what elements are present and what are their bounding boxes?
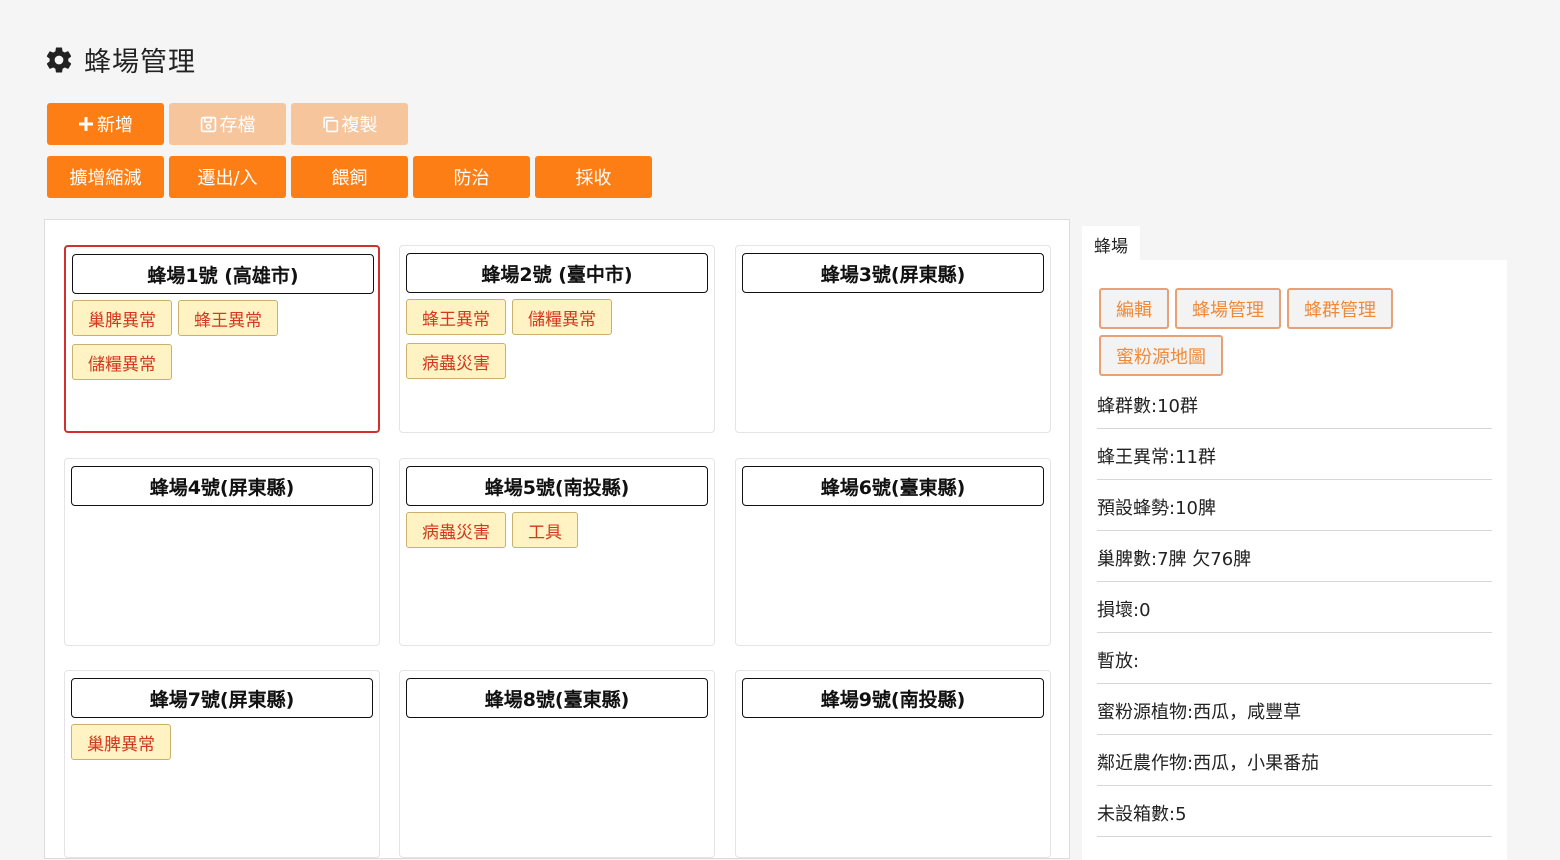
apiary-card-title[interactable]: 蜂場1號 (高雄市) [72, 254, 374, 294]
save-button-label: 存檔 [219, 115, 256, 136]
apiary-card[interactable]: 蜂場8號(臺東縣) [399, 670, 715, 858]
copy-button-label: 複製 [341, 115, 378, 136]
apiary-card[interactable]: 蜂場4號(屏東縣) [64, 458, 380, 646]
colony-manage-button[interactable]: 蜂群管理 [1287, 288, 1393, 329]
prevention-button[interactable]: 防治 [413, 156, 530, 198]
copy-button[interactable]: 複製 [291, 103, 408, 145]
apiary-card[interactable]: 蜂場5號(南投縣) 病蟲災害 工具 [399, 458, 715, 646]
apiary-card-title[interactable]: 蜂場9號(南投縣) [742, 678, 1044, 718]
nectar-map-button[interactable]: 蜜粉源地圖 [1099, 335, 1223, 376]
apiary-grid-panel: 蜂場1號 (高雄市) 巢脾異常 蜂王異常 儲糧異常 蜂場2號 (臺中市) 蜂王異常 儲糧異常… [44, 219, 1070, 859]
apiary-info-list: 蜂群數:10群 蜂王異常:11群 預設蜂勢:10脾 巢脾數:7脾 欠76脾 損壞:0 暫放… [1097, 379, 1492, 838]
alert-tag[interactable]: 儲糧異常 [72, 344, 172, 380]
alert-tag[interactable]: 病蟲災害 [406, 343, 506, 379]
apiary-card-tags: 巢脾異常 蜂王異常 儲糧異常 [72, 300, 372, 380]
alert-tag[interactable]: 工具 [512, 512, 578, 548]
apiary-card-title[interactable]: 蜂場8號(臺東縣) [406, 678, 708, 718]
alert-tag[interactable]: 病蟲災害 [406, 512, 506, 548]
info-row: 損壞:0 [1097, 583, 1492, 633]
apiary-card-title[interactable]: 蜂場6號(臺東縣) [742, 466, 1044, 506]
edit-button[interactable]: 編輯 [1099, 288, 1169, 329]
info-row: 預設蜂勢:10脾 [1097, 481, 1492, 531]
apiary-card-title[interactable]: 蜂場2號 (臺中市) [406, 253, 708, 293]
info-row: 蜜粉源植物:西瓜，咸豐草 [1097, 685, 1492, 735]
primary-toolbar: 新增 存檔 複製 [47, 103, 408, 145]
apiary-card[interactable]: 蜂場1號 (高雄市) 巢脾異常 蜂王異常 儲糧異常 [64, 245, 380, 433]
info-row: 蜂群數:10群 [1097, 379, 1492, 429]
add-button-label: 新增 [97, 115, 133, 136]
add-button[interactable]: 新增 [47, 103, 164, 145]
apiary-card[interactable]: 蜂場9號(南投縣) [735, 670, 1051, 858]
move-in-out-button[interactable]: 遷出/入 [169, 156, 286, 198]
apiary-manage-button[interactable]: 蜂場管理 [1175, 288, 1281, 329]
detail-actions: 編輯 蜂場管理 蜂群管理蜜粉源地圖 [1099, 288, 1499, 376]
harvest-button[interactable]: 採收 [535, 156, 652, 198]
alert-tag[interactable]: 蜂王異常 [178, 300, 278, 336]
info-row: 蜂王異常:11群 [1097, 430, 1492, 480]
apiary-card[interactable]: 蜂場3號(屏東縣) [735, 245, 1051, 433]
plus-icon [78, 116, 94, 132]
apiary-card-tags: 巢脾異常 [71, 724, 371, 760]
tab-apiary[interactable]: 蜂場 [1082, 226, 1140, 262]
save-icon [200, 116, 217, 133]
feed-button[interactable]: 餵飼 [291, 156, 408, 198]
apiary-detail-panel: 編輯 蜂場管理 蜂群管理蜜粉源地圖 蜂群數:10群 蜂王異常:11群 預設蜂勢:10脾巢… [1082, 260, 1507, 860]
apiary-card-title[interactable]: 蜂場5號(南投縣) [406, 466, 708, 506]
apiary-card[interactable]: 蜂場7號(屏東縣) 巢脾異常 [64, 670, 380, 858]
gear-icon [46, 47, 72, 73]
alert-tag[interactable]: 巢脾異常 [71, 724, 171, 760]
apiary-card-tags: 病蟲災害 工具 [406, 512, 706, 548]
alert-tag[interactable]: 儲糧異常 [512, 299, 612, 335]
apiary-card[interactable]: 蜂場6號(臺東縣) [735, 458, 1051, 646]
alert-tag[interactable]: 巢脾異常 [72, 300, 172, 336]
action-toolbar: 擴增縮減 遷出/入 餵飼 防治 採收 [47, 156, 652, 198]
apiary-card-title[interactable]: 蜂場3號(屏東縣) [742, 253, 1044, 293]
info-row: 暫放: [1097, 634, 1492, 684]
apiary-card-tags: 蜂王異常 儲糧異常 病蟲災害 [406, 299, 706, 379]
alert-tag[interactable]: 蜂王異常 [406, 299, 506, 335]
copy-icon [322, 116, 339, 133]
apiary-card[interactable]: 蜂場2號 (臺中市) 蜂王異常 儲糧異常 病蟲災害 [399, 245, 715, 433]
expand-shrink-button[interactable]: 擴增縮減 [47, 156, 164, 198]
info-row: 巢脾數:7脾 欠76脾 [1097, 532, 1492, 582]
save-button[interactable]: 存檔 [169, 103, 286, 145]
apiary-card-title[interactable]: 蜂場7號(屏東縣) [71, 678, 373, 718]
page-header: 蜂場管理 [44, 40, 196, 79]
info-row: 鄰近農作物:西瓜，小果番茄 [1097, 736, 1492, 786]
page-title: 蜂場管理 [84, 47, 196, 78]
apiary-card-title[interactable]: 蜂場4號(屏東縣) [71, 466, 373, 506]
info-row: 未設箱數:5 [1097, 787, 1492, 837]
